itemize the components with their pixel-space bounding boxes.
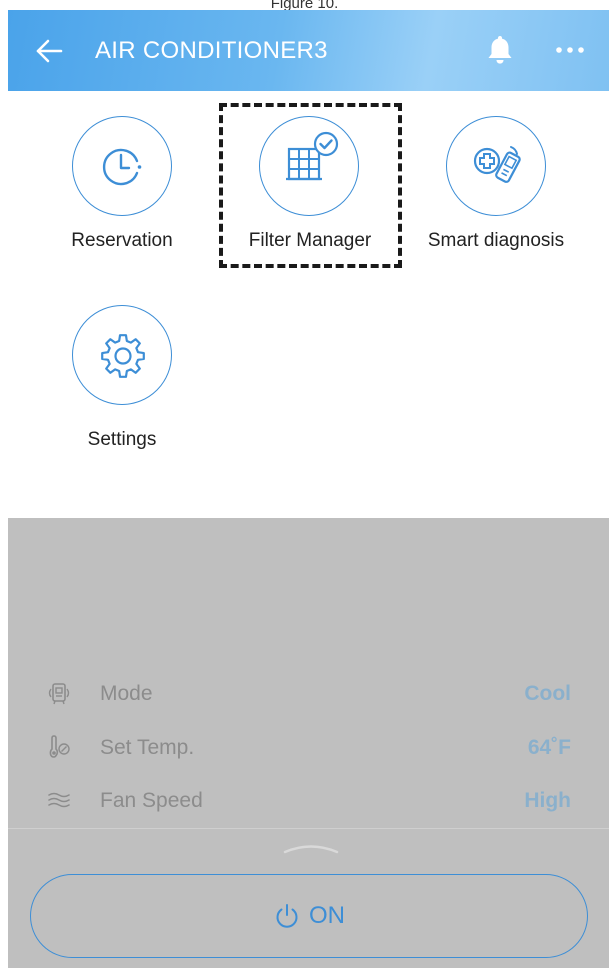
power-button-content: ON [31,875,587,957]
page-title: AIR CONDITIONER3 [95,37,328,64]
filter-manager-button[interactable] [259,116,359,216]
filter-check-icon [286,131,339,181]
menu-label-filter-manager: Filter Manager [248,230,372,251]
menu-label-smart-diagnosis: Smart diagnosis [427,230,565,251]
app-header: AIR CONDITIONER3 [8,10,609,91]
gear-icon [101,334,145,378]
back-button[interactable] [32,34,66,68]
menu-item-smart-diagnosis[interactable] [446,116,546,246]
figure-caption: Figure 10. [270,0,339,10]
smart-diagnosis-button[interactable] [446,116,546,216]
menu-item-filter-manager[interactable] [259,116,359,246]
power-label: ON [309,902,345,929]
power-icon [276,904,298,928]
more-options-button[interactable] [553,38,587,62]
more-dots-icon [556,47,584,53]
menu-item-reservation[interactable] [72,116,172,246]
thermometer-icon [49,735,70,758]
power-button[interactable]: ON [30,874,588,958]
fan-speed-value: High [524,789,571,812]
mode-value: Cool [524,682,571,705]
fan-speed-label: Fan Speed [100,789,203,812]
settings-button[interactable] [72,305,172,405]
notifications-button[interactable] [486,34,514,66]
menu-label-settings: Settings [87,429,157,450]
set-temp-label: Set Temp. [100,736,195,759]
menu-item-settings[interactable] [72,305,172,435]
mode-icon [48,683,70,705]
menu-grid: Reservation Filter Manager Smart diagnos… [0,91,609,518]
collapse-handle-icon[interactable] [283,840,339,856]
bell-icon [488,36,512,64]
status-row-mode: Mode Cool [8,675,609,711]
menu-label-reservation: Reservation [71,230,173,251]
mode-label: Mode [100,682,153,705]
status-row-set-temp: Set Temp. 64˚F [8,729,609,765]
back-arrow-icon [36,39,63,63]
clock-icon [102,148,142,186]
set-temp-value: 64˚F [527,736,571,759]
panel-divider [8,828,609,829]
fan-wind-icon [48,792,70,808]
phone-diagnosis-icon [473,146,521,183]
reservation-button[interactable] [72,116,172,216]
gear-outline [101,334,145,378]
status-row-fan-speed: Fan Speed High [8,782,609,818]
status-panel: Mode Cool Set Temp. 64˚F Fan Speed High [8,518,609,968]
